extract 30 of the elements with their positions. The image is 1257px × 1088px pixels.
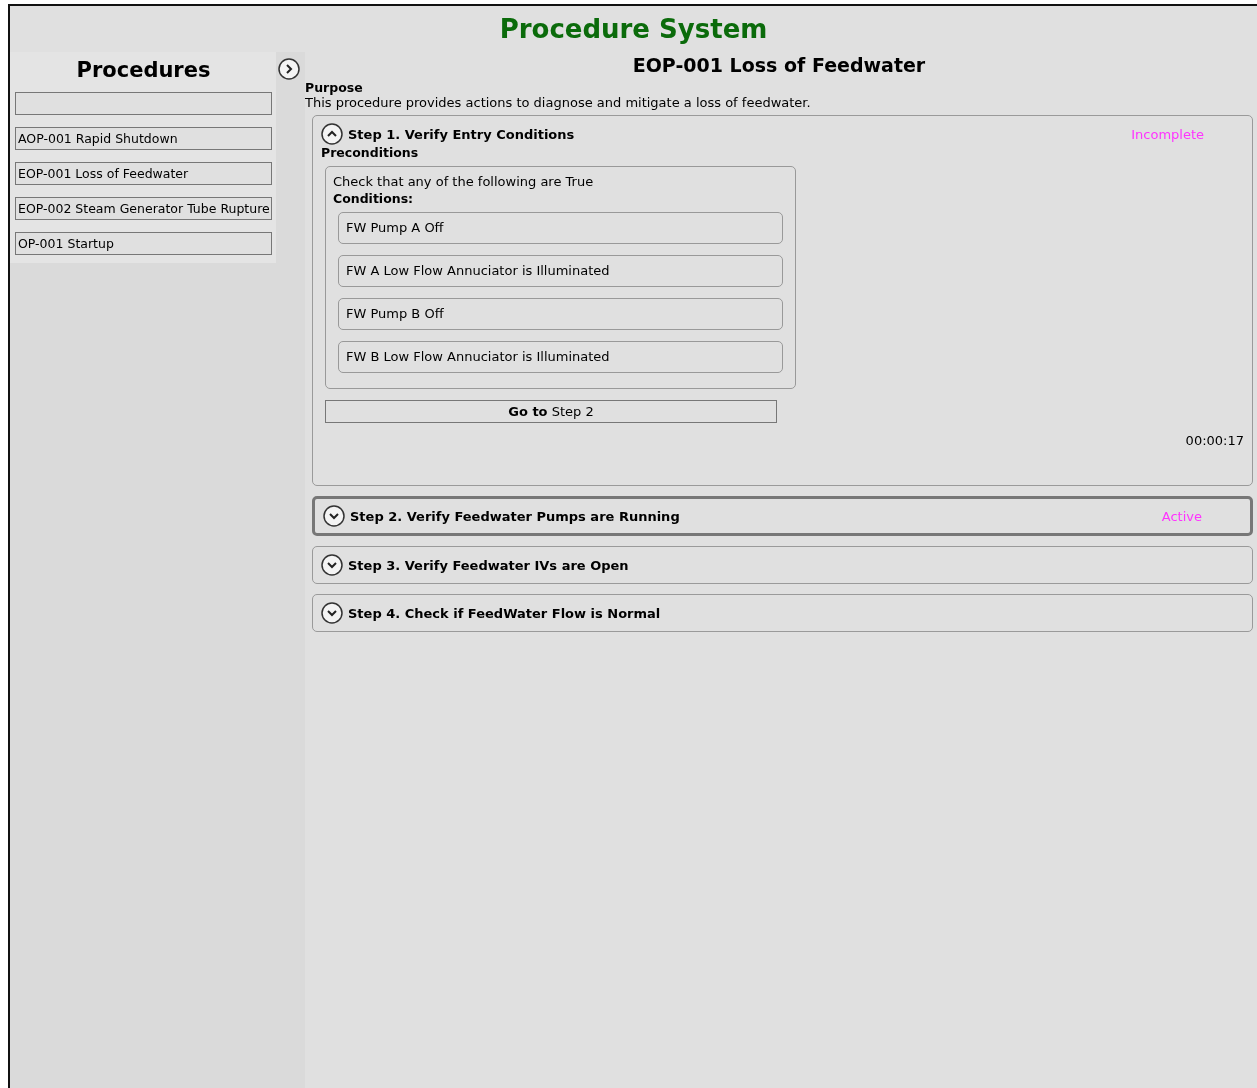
collapse-sidebar-icon[interactable] — [278, 58, 300, 80]
procedure-item[interactable]: OP-001 Startup — [15, 232, 272, 255]
conditions-label: Conditions: — [333, 191, 415, 206]
step-title[interactable]: Step 1. Verify Entry Conditions — [348, 126, 1127, 142]
condition-item: FW Pump B Off — [338, 298, 783, 330]
purpose-text: This procedure provides actions to diagnose and mitigate a loss of feedwater. — [305, 95, 812, 110]
step-status: Active — [1161, 508, 1202, 524]
step-title[interactable]: Step 2. Verify Feedwater Pumps are Running — [350, 508, 1157, 524]
condition-item: FW B Low Flow Annuciator is Illuminated — [338, 341, 783, 373]
search-field[interactable] — [15, 92, 272, 115]
collapse-icon[interactable] — [321, 123, 343, 145]
expand-icon[interactable] — [321, 602, 343, 624]
expand-icon[interactable] — [323, 505, 345, 527]
procedure-item[interactable]: EOP-001 Loss of Feedwater — [15, 162, 272, 185]
procedure-item[interactable]: AOP-001 Rapid Shutdown — [15, 127, 272, 150]
goto-button[interactable]: Go to Step 2 — [325, 400, 777, 423]
sidebar-title: Procedures — [75, 58, 212, 82]
procedure-title: EOP-001 Loss of Feedwater — [631, 54, 927, 76]
condition-item: FW A Low Flow Annuciator is Illuminated — [338, 255, 783, 287]
condition-item: FW Pump A Off — [338, 212, 783, 244]
app-title: Procedure System — [498, 13, 769, 46]
step-status: Incomplete — [1131, 126, 1204, 142]
expand-icon[interactable] — [321, 554, 343, 576]
step-title[interactable]: Step 3. Verify Feedwater IVs are Open — [348, 557, 1244, 573]
step-title[interactable]: Step 4. Check if FeedWater Flow is Normal — [348, 605, 1244, 621]
procedure-item[interactable]: EOP-002 Steam Generator Tube Rupture — [15, 197, 272, 220]
step-timer: 00:00:17 — [1185, 433, 1244, 448]
section-label: Preconditions — [321, 145, 420, 160]
instruction-text: Check that any of the following are True — [333, 174, 595, 189]
purpose-label: Purpose — [305, 80, 364, 95]
